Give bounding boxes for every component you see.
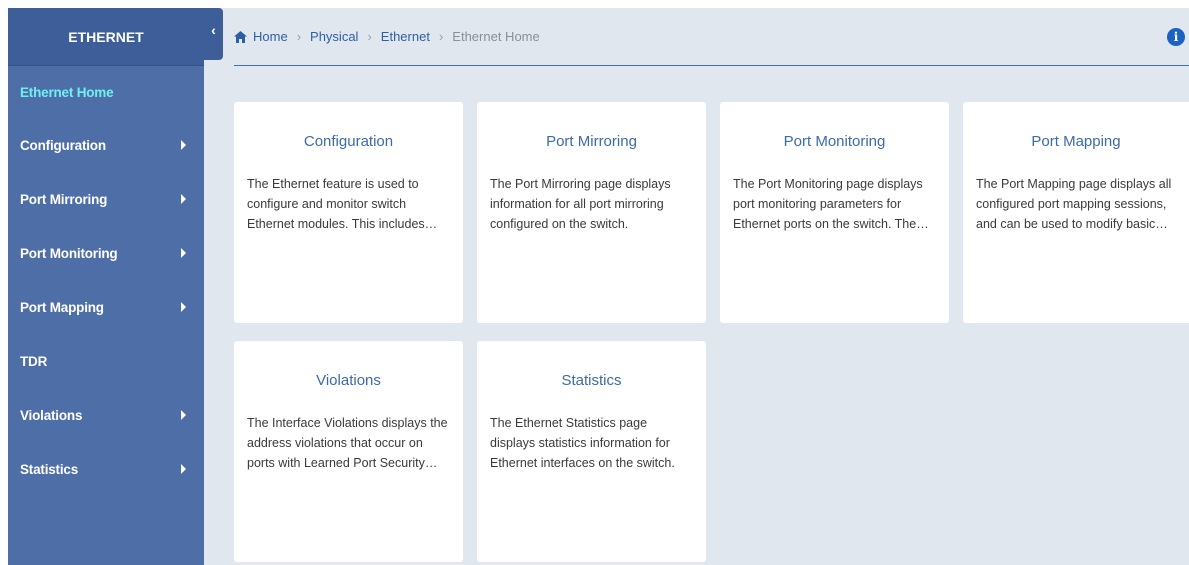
sidebar: ETHERNET Ethernet Home Configuration Por… xyxy=(8,8,204,565)
card-port-mapping[interactable]: Port Mapping The Port Mapping page displ… xyxy=(963,102,1189,323)
sidebar-item-port-mapping[interactable]: Port Mapping xyxy=(8,280,204,334)
sidebar-item-label: Port Mapping xyxy=(20,299,104,315)
breadcrumb: Home › Physical › Ethernet › Ethernet Ho… xyxy=(234,29,540,44)
sidebar-item-port-monitoring[interactable]: Port Monitoring xyxy=(8,226,204,280)
card-title: Port Monitoring xyxy=(783,133,886,150)
sidebar-item-violations[interactable]: Violations xyxy=(8,388,204,442)
sidebar-item-label: TDR xyxy=(20,353,48,369)
sidebar-item-label: Port Monitoring xyxy=(20,245,118,261)
card-port-monitoring[interactable]: Port Monitoring The Port Monitoring page… xyxy=(720,102,949,323)
card-description: The Port Mapping page displays all confi… xyxy=(976,177,1172,231)
sidebar-item-statistics[interactable]: Statistics xyxy=(8,442,204,496)
caret-right-icon xyxy=(181,410,186,420)
chevron-left-icon: ‹ xyxy=(211,22,216,38)
breadcrumb-label: Home xyxy=(253,29,288,44)
home-icon xyxy=(234,30,247,43)
breadcrumb-current: Ethernet Home xyxy=(452,29,540,44)
card-title: Configuration xyxy=(303,133,394,150)
card-description: The Ethernet feature is used to configur… xyxy=(247,177,438,231)
sidebar-item-label: Port Mirroring xyxy=(20,191,108,207)
sidebar-item-label: Configuration xyxy=(20,137,106,153)
breadcrumb-ethernet[interactable]: Ethernet xyxy=(381,29,430,44)
card-statistics[interactable]: Statistics The Ethernet Statistics page … xyxy=(477,341,706,562)
caret-right-icon xyxy=(181,464,186,474)
card-title: Port Mirroring xyxy=(546,133,637,150)
breadcrumb-home[interactable]: Home xyxy=(234,29,288,44)
sidebar-nav: Ethernet Home Configuration Port Mirrori… xyxy=(8,66,204,496)
card-description: The Interface Violations displays the ad… xyxy=(247,416,448,470)
sidebar-item-label: Ethernet Home xyxy=(20,84,114,100)
sidebar-title: ETHERNET xyxy=(8,8,204,66)
sidebar-item-ethernet-home[interactable]: Ethernet Home xyxy=(8,66,204,118)
card-description: The Port Monitoring page displays port m… xyxy=(733,177,929,231)
breadcrumb-separator-icon: › xyxy=(367,29,372,44)
sidebar-item-port-mirroring[interactable]: Port Mirroring xyxy=(8,172,204,226)
card-description: The Ethernet Statistics page displays st… xyxy=(490,416,675,470)
breadcrumb-separator-icon: › xyxy=(296,29,302,44)
breadcrumb-separator-icon: › xyxy=(438,29,444,44)
caret-right-icon xyxy=(181,248,186,258)
top-bar: Home › Physical › Ethernet › Ethernet Ho… xyxy=(234,8,1189,66)
main-content: Home › Physical › Ethernet › Ethernet Ho… xyxy=(204,8,1189,565)
sidebar-item-tdr[interactable]: TDR xyxy=(8,334,204,388)
card-configuration[interactable]: Configuration The Ethernet feature is us… xyxy=(234,102,463,323)
breadcrumb-physical[interactable]: Physical xyxy=(310,29,358,44)
card-title: Port Mapping xyxy=(1031,133,1121,150)
collapse-sidebar-button[interactable]: ‹ xyxy=(204,8,223,60)
sidebar-item-label: Violations xyxy=(20,407,83,423)
card-description: The Port Mirroring page displays informa… xyxy=(490,177,671,231)
sidebar-item-label: Statistics xyxy=(20,461,79,477)
card-title: Statistics xyxy=(561,372,622,389)
card-violations[interactable]: Violations The Interface Violations disp… xyxy=(234,341,463,562)
info-icon[interactable]: i xyxy=(1167,28,1185,46)
card-title: Violations xyxy=(316,372,381,389)
caret-right-icon xyxy=(181,140,186,150)
caret-right-icon xyxy=(181,194,186,204)
card-port-mirroring[interactable]: Port Mirroring The Port Mirroring page d… xyxy=(477,102,706,323)
sidebar-item-configuration[interactable]: Configuration xyxy=(8,118,204,172)
caret-right-icon xyxy=(181,302,186,312)
